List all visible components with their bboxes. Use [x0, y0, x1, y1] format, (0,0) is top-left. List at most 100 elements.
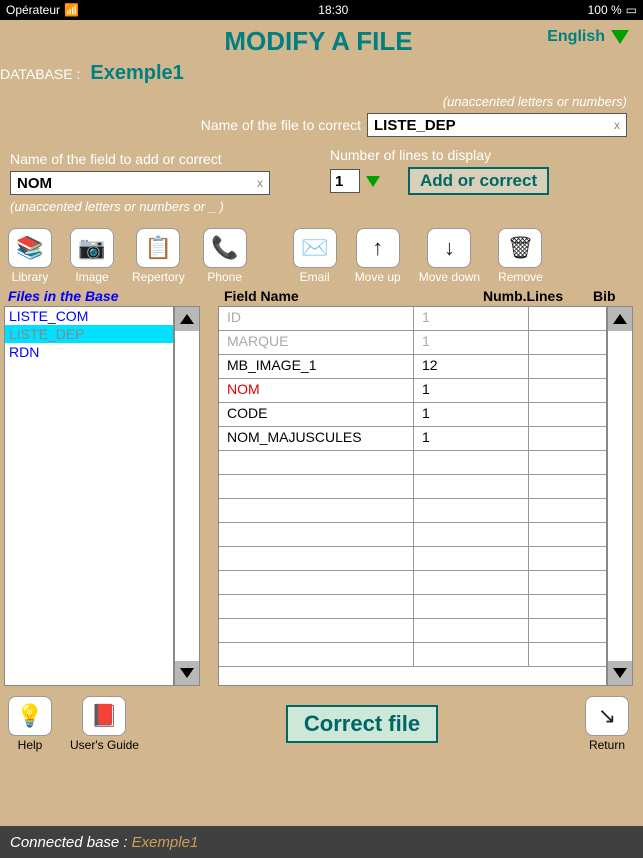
- fields-table[interactable]: ID1MARQUE1MB_IMAGE_112NOM1CODE1NOM_MAJUS…: [218, 306, 607, 686]
- movedown-label: Move down: [419, 270, 480, 284]
- table-row[interactable]: NOM_MAJUSCULES1: [219, 427, 606, 451]
- dropdown-icon: [611, 30, 629, 44]
- return-button[interactable]: ↘: [585, 696, 629, 736]
- table-row[interactable]: MARQUE1: [219, 331, 606, 355]
- bib-header: Bib: [593, 288, 633, 304]
- table-row[interactable]: CODE1: [219, 403, 606, 427]
- files-listbox[interactable]: LISTE_COMLISTE_DEPRDN: [4, 306, 174, 686]
- file-name-input[interactable]: LISTE_DEP x: [367, 113, 627, 137]
- clear-field-icon[interactable]: x: [257, 176, 263, 190]
- wifi-icon: 📶: [64, 3, 79, 17]
- connected-db: Exemple1: [132, 834, 199, 851]
- table-row[interactable]: [219, 451, 606, 475]
- status-bar: Opérateur 📶 18:30 100 % ▭: [0, 0, 643, 20]
- field-header: Field Name: [204, 288, 483, 304]
- arrow-down-icon: ↓: [444, 235, 455, 261]
- book-icon: 📕: [91, 703, 118, 729]
- field-hint: (unaccented letters or numbers or _ ): [10, 199, 637, 214]
- image-label: Image: [75, 270, 108, 284]
- moveup-label: Move up: [355, 270, 401, 284]
- repertory-button[interactable]: 📋: [136, 228, 180, 268]
- status-time: 18:30: [318, 3, 348, 17]
- email-icon: ✉️: [301, 235, 328, 261]
- footer-bar: Connected base : Exemple1: [0, 826, 643, 858]
- remove-button[interactable]: 🗑: [498, 228, 542, 268]
- language-label: English: [547, 28, 605, 46]
- table-row[interactable]: NOM1: [219, 379, 606, 403]
- table-row[interactable]: ID1: [219, 307, 606, 331]
- phone-label: Phone: [207, 270, 242, 284]
- table-row[interactable]: [219, 523, 606, 547]
- scroll-track[interactable]: [175, 331, 199, 661]
- list-item[interactable]: LISTE_COM: [5, 307, 173, 325]
- scroll-down-button[interactable]: [608, 661, 632, 685]
- bulb-icon: 💡: [16, 703, 43, 729]
- guide-label: User's Guide: [70, 738, 139, 752]
- scroll-track[interactable]: [608, 331, 632, 661]
- remove-label: Remove: [498, 270, 543, 284]
- chevron-up-icon: [613, 314, 627, 324]
- field-name-input[interactable]: NOM x: [10, 171, 270, 195]
- guide-button[interactable]: 📕: [82, 696, 126, 736]
- connected-label: Connected base :: [10, 834, 128, 851]
- database-value: Exemple1: [90, 62, 183, 85]
- num-lines-input[interactable]: 1: [330, 169, 360, 193]
- trash-icon: 🗑: [506, 235, 534, 261]
- arrow-up-icon: ↑: [372, 235, 383, 261]
- scroll-up-button[interactable]: [175, 307, 199, 331]
- notebook-icon: 📋: [145, 235, 172, 261]
- library-label: Library: [12, 270, 49, 284]
- library-button[interactable]: 📚: [8, 228, 52, 268]
- fields-scrollbar[interactable]: [607, 306, 633, 686]
- add-or-correct-button[interactable]: Add or correct: [408, 167, 549, 195]
- file-correct-label: Name of the file to correct: [201, 117, 361, 133]
- table-row[interactable]: [219, 595, 606, 619]
- scroll-up-button[interactable]: [608, 307, 632, 331]
- carrier-label: Opérateur: [6, 3, 60, 17]
- repertory-label: Repertory: [132, 270, 185, 284]
- list-item[interactable]: LISTE_DEP: [5, 325, 173, 343]
- table-row[interactable]: [219, 571, 606, 595]
- return-icon: ↘: [598, 703, 616, 729]
- toolbar: 📚 Library 📷 Image 📋 Repertory 📞 Phone ✉️ Emai…: [8, 228, 629, 284]
- move-up-button[interactable]: ↑: [356, 228, 400, 268]
- chevron-down-icon: [180, 668, 194, 678]
- table-row[interactable]: [219, 499, 606, 523]
- return-label: Return: [589, 738, 625, 752]
- files-scrollbar[interactable]: [174, 306, 200, 686]
- image-button[interactable]: 📷: [70, 228, 114, 268]
- num-dropdown-icon[interactable]: [366, 176, 380, 187]
- page-title: MODIFY A FILE: [224, 26, 412, 57]
- chevron-down-icon: [613, 668, 627, 678]
- scroll-down-button[interactable]: [175, 661, 199, 685]
- table-row[interactable]: MB_IMAGE_112: [219, 355, 606, 379]
- language-selector[interactable]: English: [547, 28, 629, 46]
- camera-icon: 📷: [78, 235, 105, 261]
- field-add-label: Name of the field to add or correct: [10, 151, 270, 167]
- num-lines-label: Number of lines to display: [330, 147, 637, 163]
- database-label: DATABASE :: [0, 66, 80, 82]
- table-row[interactable]: [219, 643, 606, 667]
- table-row[interactable]: [219, 619, 606, 643]
- main-panel: MODIFY A FILE English DATABASE : Exemple…: [0, 20, 643, 826]
- files-header: Files in the Base: [4, 288, 204, 304]
- email-label: Email: [300, 270, 330, 284]
- move-down-button[interactable]: ↓: [427, 228, 471, 268]
- email-button[interactable]: ✉️: [293, 228, 337, 268]
- table-row[interactable]: [219, 475, 606, 499]
- phone-icon: 📞: [211, 235, 238, 261]
- help-button[interactable]: 💡: [8, 696, 52, 736]
- list-item[interactable]: RDN: [5, 343, 173, 361]
- correct-file-button[interactable]: Correct file: [286, 705, 438, 743]
- battery-icon: ▭: [626, 3, 637, 17]
- numlines-header: Numb.Lines: [483, 288, 593, 304]
- phone-button[interactable]: 📞: [203, 228, 247, 268]
- table-row[interactable]: [219, 547, 606, 571]
- clear-file-icon[interactable]: x: [614, 118, 620, 132]
- battery-label: 100 %: [588, 3, 622, 17]
- table-headers: Files in the Base Field Name Numb.Lines …: [4, 288, 633, 304]
- chevron-up-icon: [180, 314, 194, 324]
- book-icon: 📚: [16, 235, 43, 261]
- help-label: Help: [18, 738, 43, 752]
- file-hint: (unaccented letters or numbers): [443, 94, 627, 109]
